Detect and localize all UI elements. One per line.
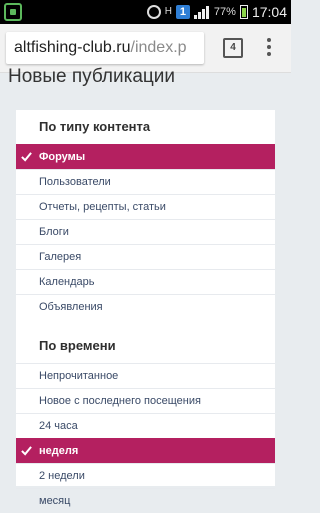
content-type-item-label: Отчеты, рецепты, статьи	[39, 201, 166, 213]
content-type-item[interactable]: Форумы	[16, 144, 275, 169]
time-filter-item[interactable]: 24 часа	[16, 413, 275, 438]
content-type-item-label: Форумы	[39, 151, 86, 163]
url-field[interactable]: altfishing-club.ru/index.p	[6, 32, 204, 64]
content-type-item[interactable]: Отчеты, рецепты, статьи	[16, 194, 275, 219]
tab-switcher-button[interactable]: 4	[223, 38, 243, 58]
checkmark-icon	[21, 446, 32, 456]
status-icons: H 1 77% 17:04	[146, 0, 287, 24]
time-filter-item-label: неделя	[39, 445, 79, 457]
signal-icon	[193, 5, 210, 19]
sim-badge: 1	[175, 5, 190, 19]
content-type-item[interactable]: Блоги	[16, 219, 275, 244]
battery-percent: 77%	[213, 6, 236, 18]
checkmark-icon	[21, 152, 32, 162]
time-filter-item-label: Непрочитанное	[39, 370, 119, 382]
network-type-label: H	[164, 6, 172, 17]
time-filter-item-label: Новое с последнего посещения	[39, 395, 201, 407]
content-type-item-label: Пользователи	[39, 176, 111, 188]
time-filter-list: Непрочитанное Новое с последнего посещени…	[16, 363, 275, 513]
page-title: Новые публикации	[8, 66, 176, 87]
time-filter-item[interactable]: Новое с последнего посещения	[16, 388, 275, 413]
battery-icon	[239, 5, 248, 19]
content-type-item-label: Блоги	[39, 226, 69, 238]
content-type-item[interactable]: Галерея	[16, 244, 275, 269]
time-section-title: По времени	[39, 338, 116, 353]
time-filter-item-label: 2 недели	[39, 470, 85, 482]
content-type-list: Форумы Пользователи Отчеты, рецепты, стать…	[16, 144, 275, 319]
time-filter-item[interactable]: 2 недели	[16, 463, 275, 488]
content-type-item-label: Календарь	[39, 276, 95, 288]
url-path: /index.p	[130, 39, 187, 56]
status-bar: H 1 77% 17:04	[0, 0, 291, 24]
content-type-item[interactable]: Календарь	[16, 269, 275, 294]
time-filter-item[interactable]: месяц	[16, 488, 275, 513]
content-type-item[interactable]: Пользователи	[16, 169, 275, 194]
browser-menu-button[interactable]	[266, 38, 272, 58]
time-filter-item-label: месяц	[39, 495, 71, 507]
content-type-item-label: Галерея	[39, 251, 82, 263]
alarm-icon	[146, 5, 161, 19]
clock: 17:04	[251, 4, 287, 20]
content-type-item[interactable]: Объявления	[16, 294, 275, 319]
url-host: altfishing-club.ru	[14, 39, 131, 56]
notification-app-icon	[4, 3, 22, 21]
time-filter-item[interactable]: неделя	[16, 438, 275, 463]
time-filter-item-label: 24 часа	[39, 420, 78, 432]
content-type-section-title: По типу контента	[39, 119, 151, 134]
time-filter-item[interactable]: Непрочитанное	[16, 363, 275, 388]
content-type-item-label: Объявления	[39, 301, 103, 313]
filter-panel: По типу контента Форумы Пользователи Отчет…	[16, 110, 275, 507]
url-text: altfishing-club.ru/index.p	[14, 39, 187, 57]
